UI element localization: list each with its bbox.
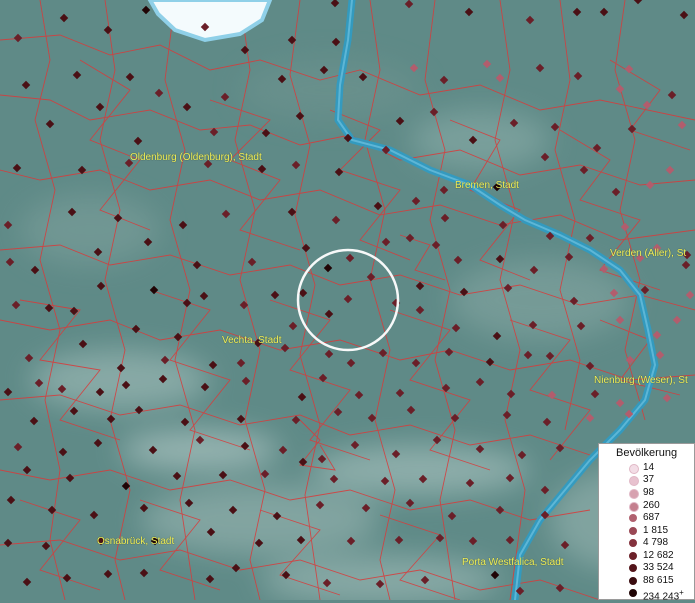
map-canvas[interactable] — [0, 0, 695, 600]
legend-label: 37 — [643, 474, 655, 485]
legend-swatch — [629, 514, 637, 522]
legend-entry: 12 682 — [599, 550, 694, 562]
legend-label: 234 243+ — [643, 587, 684, 603]
city-label-porta-westfalica: Porta Westfalica, Stadt — [462, 557, 564, 568]
legend-label: 33 524 — [643, 562, 674, 573]
legend-swatch — [629, 502, 639, 512]
legend-label: 98 — [643, 487, 655, 498]
legend-swatch — [629, 564, 637, 572]
legend-label-value: 234 243 — [643, 591, 680, 603]
legend-swatch — [629, 589, 637, 597]
population-legend: Bevölkerung 14 37 98 260 687 1 815 4 798… — [598, 443, 695, 602]
legend-label: 1 815 — [643, 525, 669, 536]
legend-entry: 234 243+ — [599, 587, 694, 602]
legend-swatch — [629, 539, 637, 547]
legend-label: 14 — [643, 462, 655, 473]
legend-swatch — [629, 552, 637, 560]
legend-entry: 260 — [599, 500, 694, 512]
legend-overflow-mark: + — [679, 588, 684, 597]
legend-swatch — [629, 527, 637, 535]
legend-label: 12 682 — [643, 550, 674, 561]
legend-label: 4 798 — [643, 537, 669, 548]
legend-entry: 687 — [599, 512, 694, 524]
city-label-nienburg: Nienburg (Weser), St — [594, 375, 688, 386]
city-label-osnabrueck: Osnabrück, Stadt — [97, 536, 175, 547]
city-label-oldenburg: Oldenburg (Oldenburg), Stadt — [130, 152, 262, 163]
legend-swatch — [629, 476, 639, 486]
city-label-vechta: Vechta, Stadt — [222, 335, 282, 346]
legend-label: 260 — [643, 500, 660, 511]
legend-swatch — [629, 577, 637, 585]
legend-entry: 98 — [599, 487, 694, 499]
legend-label: 88 615 — [643, 575, 674, 586]
legend-entry: 4 798 — [599, 537, 694, 549]
legend-entry: 37 — [599, 474, 694, 486]
legend-swatch — [629, 489, 639, 499]
legend-entry: 33 524 — [599, 562, 694, 574]
legend-swatch — [629, 464, 639, 474]
city-label-bremen: Bremen, Stadt — [455, 180, 519, 191]
legend-title: Bevölkerung — [616, 447, 678, 459]
legend-entry: 14 — [599, 462, 694, 474]
legend-entry: 88 615 — [599, 575, 694, 587]
legend-label: 687 — [643, 512, 660, 523]
legend-entry: 1 815 — [599, 525, 694, 537]
city-label-verden: Verden (Aller), St — [610, 248, 687, 259]
